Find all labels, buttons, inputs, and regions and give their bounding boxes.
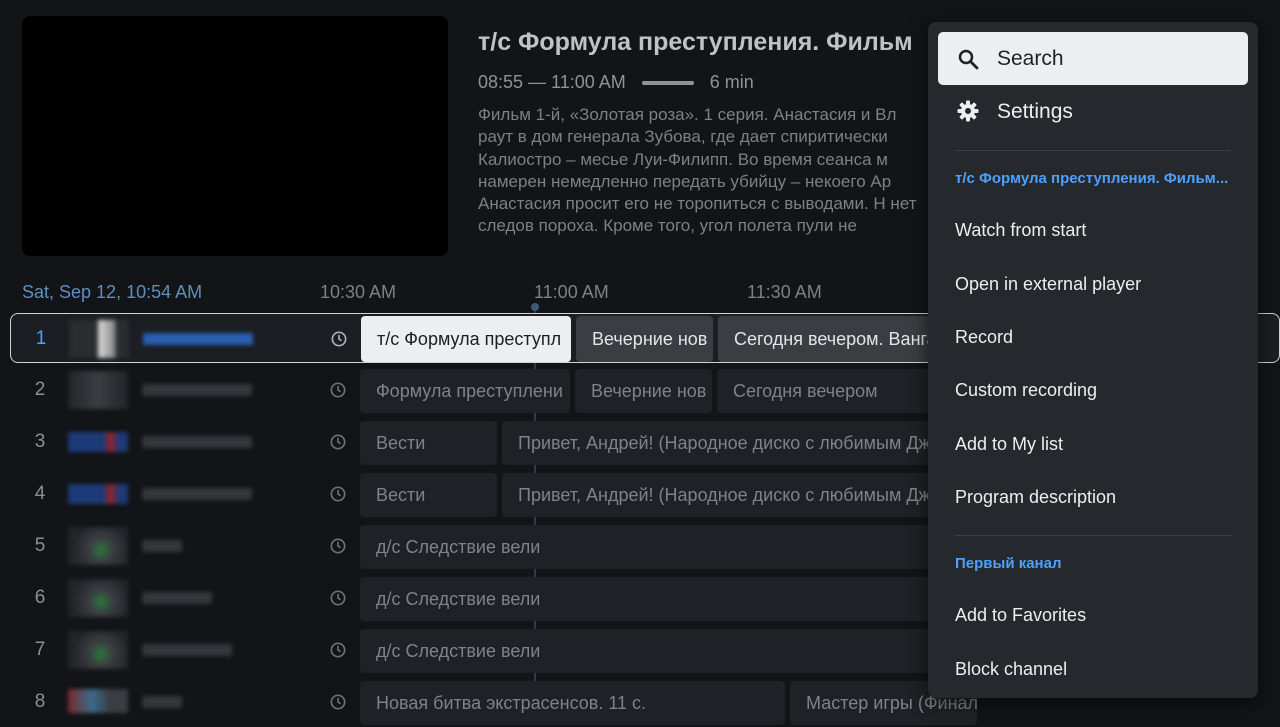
program-cell[interactable]: Формула преступлени [360,369,570,413]
history-icon[interactable] [328,432,348,452]
block-channel-item[interactable]: Block channel [955,659,1245,680]
channel-name [142,592,212,604]
watch-from-start-item[interactable]: Watch from start [955,220,1245,241]
program-section-header: т/с Формула преступления. Фильм... [955,170,1229,187]
program-cell[interactable]: т/с Формула преступл [361,316,571,362]
program-progress-bar [641,80,694,85]
channel-number: 5 [34,535,46,556]
channel-number: 7 [34,639,46,660]
program-title: т/с Формула преступления. Фильм 1 [478,28,918,56]
search-label: Search [997,47,1064,70]
settings-menu-item[interactable]: Settings [938,86,1248,138]
timeline-time-label: 10:30 AM [320,282,397,302]
timeline-time-label: 11:00 AM [534,282,609,302]
history-icon[interactable] [329,329,349,349]
program-cell[interactable]: Новая битва экстрасенсов. 11 с. [360,681,785,725]
channel-section-header: Первый канал [955,555,1062,572]
program-cell[interactable]: Вести [360,421,497,465]
settings-label: Settings [997,100,1073,123]
gear-icon [957,100,979,122]
menu-divider [955,150,1231,151]
program-time-row: 08:55 — 11:00 AM 6 min [478,72,754,93]
channel-number: 3 [34,431,46,452]
menu-divider [955,535,1231,536]
channel-name [142,696,182,708]
current-time-dot [531,303,539,311]
channel-logo [68,689,128,713]
channel-number: 2 [34,379,46,400]
program-cell[interactable]: Вечерние нов [575,369,712,413]
channel-name [142,436,252,448]
search-menu-item[interactable]: Search [938,32,1248,85]
channel-logo [68,527,128,565]
channel-logo [68,484,128,504]
program-cell[interactable]: д/с Следствие вели [360,525,977,569]
history-icon[interactable] [328,640,348,660]
channel-logo [68,631,128,669]
history-icon[interactable] [328,380,348,400]
history-icon[interactable] [328,484,348,504]
channel-name [142,384,252,396]
record-item[interactable]: Record [955,327,1245,348]
channel-logo [68,579,128,617]
custom-recording-item[interactable]: Custom recording [955,380,1245,401]
video-preview[interactable] [22,16,448,256]
channel-name [142,540,182,552]
add-to-favorites-item[interactable]: Add to Favorites [955,605,1245,626]
program-time-range: 08:55 — 11:00 AM [478,72,626,92]
channel-logo [68,432,128,452]
channel-number: 6 [34,587,46,608]
open-external-player-item[interactable]: Open in external player [955,274,1245,295]
program-cell[interactable]: Вести [360,473,497,517]
timeline-time-label: 11:30 AM [747,282,822,302]
add-to-my-list-item[interactable]: Add to My list [955,434,1245,455]
program-cell[interactable]: Привет, Андрей! (Народное диско с любимы… [502,421,977,465]
program-description-item[interactable]: Program description [955,487,1245,508]
program-description: Фильм 1-й, «Золотая роза». 1 серия. Анас… [478,105,917,236]
channel-name [142,488,252,500]
channel-logo [69,320,129,358]
program-remaining: 6 min [709,72,754,92]
history-icon[interactable] [328,588,348,608]
context-menu: Search Settings т/с Формула преступления… [928,22,1258,698]
program-cell[interactable]: Привет, Андрей! (Народное диско с любимы… [502,473,977,517]
channel-name [143,333,253,345]
history-icon[interactable] [328,536,348,556]
channel-name [142,644,232,656]
program-cell[interactable]: д/с Следствие вели [360,629,977,673]
channel-number: 8 [34,691,46,712]
program-cell[interactable]: Вечерние нов [576,316,713,362]
search-icon [958,49,979,70]
channel-number: 4 [34,483,46,504]
history-icon[interactable] [328,692,348,712]
timeline-current-date: Sat, Sep 12, 10:54 AM [22,282,203,302]
channel-logo [68,371,128,409]
program-cell[interactable]: д/с Следствие вели [360,577,977,621]
channel-number: 1 [35,328,47,349]
